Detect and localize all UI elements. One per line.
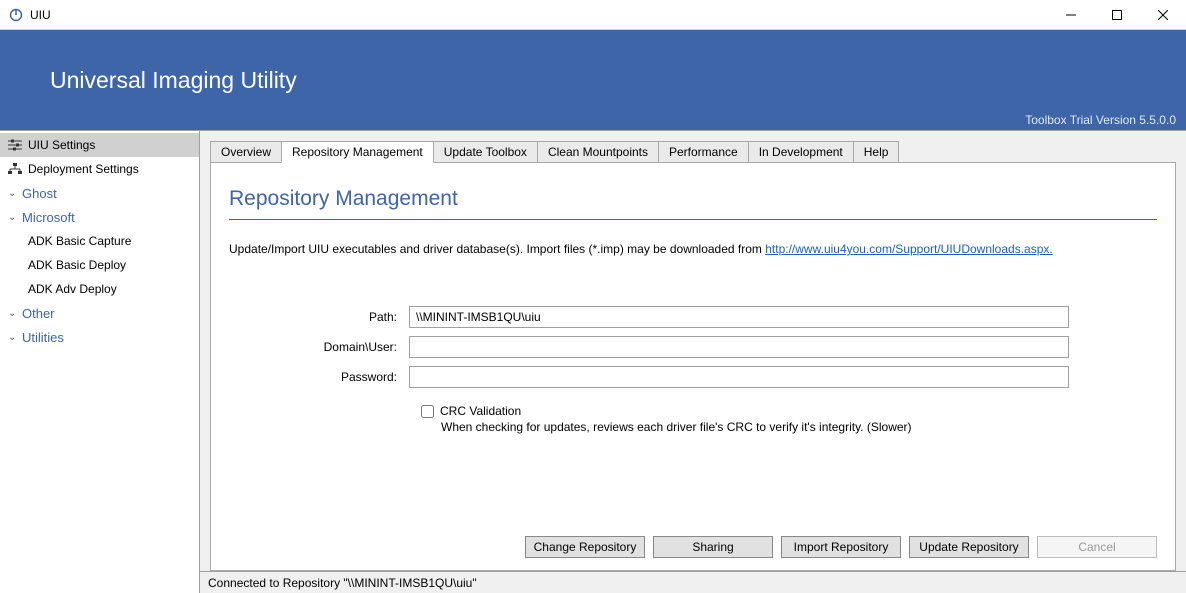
sidebar-item-label: ADK Adv Deploy	[28, 282, 117, 296]
crc-label-text: CRC Validation	[440, 404, 521, 418]
sidebar-group-label: Ghost	[22, 186, 57, 201]
domain-user-label: Domain\User:	[229, 340, 409, 354]
sidebar-group-utilities[interactable]: ⌄ Utilities	[0, 325, 199, 349]
chevron-down-icon: ⌄	[8, 188, 18, 199]
chevron-down-icon: ⌄	[8, 212, 18, 223]
app-title: Universal Imaging Utility	[50, 67, 297, 94]
sidebar-item-label: Deployment Settings	[28, 162, 139, 176]
sidebar-group-label: Other	[22, 306, 55, 321]
path-label: Path:	[229, 310, 409, 324]
status-bar: Connected to Repository "\\MININT-IMSB1Q…	[200, 571, 1186, 593]
sharing-button[interactable]: Sharing	[653, 536, 773, 558]
page-description: Update/Import UIU executables and driver…	[229, 242, 1157, 256]
sidebar-group-microsoft[interactable]: ⌄ Microsoft	[0, 205, 199, 229]
tab-performance[interactable]: Performance	[658, 141, 749, 162]
tab-update-toolbox[interactable]: Update Toolbox	[433, 141, 538, 162]
sidebar-group-other[interactable]: ⌄ Other	[0, 301, 199, 325]
change-repository-button[interactable]: Change Repository	[525, 536, 645, 558]
desc-text: Update/Import UIU executables and driver…	[229, 242, 765, 256]
sidebar-item-adk-basic-deploy[interactable]: ADK Basic Deploy	[0, 253, 199, 277]
crc-hint: When checking for updates, reviews each …	[441, 420, 1157, 434]
tab-clean-mountpoints[interactable]: Clean Mountpoints	[537, 141, 659, 162]
maximize-button[interactable]	[1094, 0, 1140, 30]
sidebar-item-label: ADK Basic Capture	[28, 234, 131, 248]
crc-validation-checkbox[interactable]	[421, 405, 434, 418]
sidebar-item-adk-adv-deploy[interactable]: ADK Adv Deploy	[0, 277, 199, 301]
sidebar-item-label: ADK Basic Deploy	[28, 258, 126, 272]
sidebar-group-label: Utilities	[22, 330, 64, 345]
close-button[interactable]	[1140, 0, 1186, 30]
tab-overview[interactable]: Overview	[210, 141, 282, 162]
tab-help[interactable]: Help	[853, 141, 900, 162]
network-icon	[8, 162, 22, 176]
sidebar-item-adk-basic-capture[interactable]: ADK Basic Capture	[0, 229, 199, 253]
app-icon	[8, 7, 24, 23]
cancel-button: Cancel	[1037, 536, 1157, 558]
tabstrip: Overview Repository Management Update To…	[210, 141, 1176, 162]
tab-repository-management[interactable]: Repository Management	[281, 141, 434, 163]
version-label: Toolbox Trial Version 5.5.0.0	[1025, 113, 1176, 127]
update-repository-button[interactable]: Update Repository	[909, 536, 1029, 558]
import-repository-button[interactable]: Import Repository	[781, 536, 901, 558]
sidebar: UIU Settings Deployment Settings ⌄ Ghost…	[0, 131, 200, 593]
divider	[229, 219, 1157, 220]
password-label: Password:	[229, 370, 409, 384]
crc-validation-checkbox-label[interactable]: CRC Validation	[421, 404, 1157, 418]
tab-content: Repository Management Update/Import UIU …	[210, 162, 1176, 571]
sidebar-item-uiu-settings[interactable]: UIU Settings	[0, 133, 199, 157]
status-text: Connected to Repository "\\MININT-IMSB1Q…	[208, 576, 477, 590]
download-link[interactable]: http://www.uiu4you.com/Support/UIUDownlo…	[765, 242, 1052, 256]
sidebar-item-label: UIU Settings	[28, 138, 95, 152]
chevron-down-icon: ⌄	[8, 332, 18, 343]
window-title: UIU	[30, 8, 51, 22]
sidebar-group-ghost[interactable]: ⌄ Ghost	[0, 181, 199, 205]
sidebar-group-label: Microsoft	[22, 210, 75, 225]
app-header: Universal Imaging Utility Toolbox Trial …	[0, 30, 1186, 130]
chevron-down-icon: ⌄	[8, 308, 18, 319]
path-input[interactable]	[409, 306, 1069, 328]
password-input[interactable]	[409, 366, 1069, 388]
tab-in-development[interactable]: In Development	[748, 141, 854, 162]
window-titlebar: UIU	[0, 0, 1186, 30]
sliders-icon	[8, 138, 22, 152]
page-title: Repository Management	[229, 187, 1157, 211]
sidebar-item-deployment-settings[interactable]: Deployment Settings	[0, 157, 199, 181]
minimize-button[interactable]	[1048, 0, 1094, 30]
domain-user-input[interactable]	[409, 336, 1069, 358]
